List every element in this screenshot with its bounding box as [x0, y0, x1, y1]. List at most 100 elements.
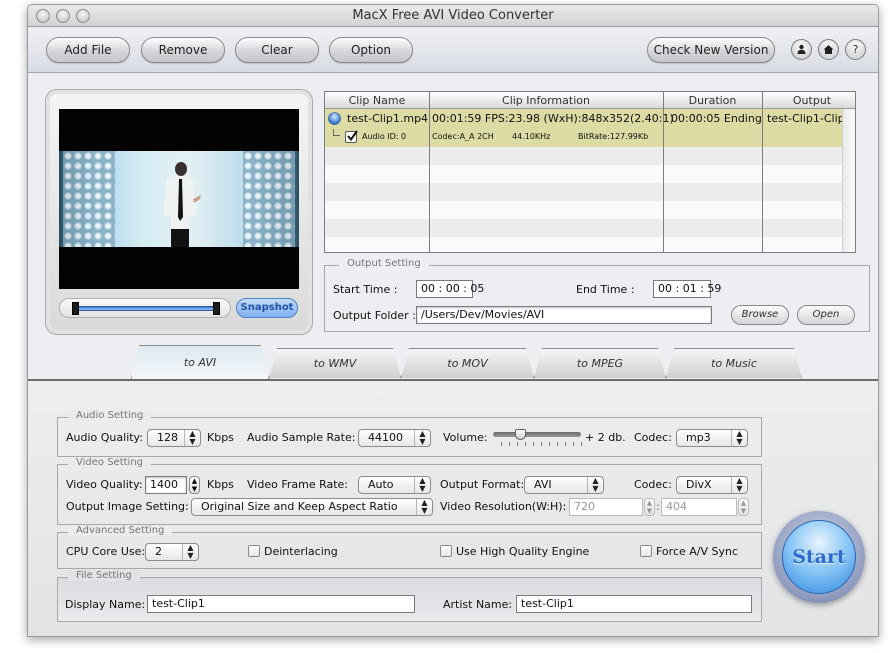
help-button[interactable]: ? — [845, 39, 866, 60]
display-name-label: Display Name: — [65, 598, 146, 611]
preview-panel: Snapshot — [45, 89, 313, 335]
output-setting-group: Output Setting Start Time : 00 : 00 : 05… — [324, 258, 870, 332]
artist-name-field[interactable]: test-Clip1 — [516, 595, 752, 613]
audio-sample-rate-select[interactable]: 44100 ▲ ▼ — [358, 429, 431, 447]
audio-quality-select[interactable]: 128 ▲ ▼ — [147, 429, 201, 447]
user-icon — [797, 44, 806, 54]
zoom-window-button[interactable] — [76, 9, 90, 23]
trim-range — [72, 306, 220, 311]
resolution-width-stepper[interactable]: ▲ ▼ — [644, 498, 655, 516]
output-folder-label: Output Folder : — [333, 309, 416, 322]
home-icon — [823, 45, 834, 54]
close-window-button[interactable] — [36, 9, 50, 23]
end-time-label: End Time : — [576, 283, 635, 296]
audio-bitrate: BitRate:127.99Kb — [578, 132, 649, 141]
force-av-sync-checkbox[interactable] — [640, 545, 652, 557]
start-time-label: Start Time : — [333, 283, 398, 296]
volume-slider[interactable] — [493, 429, 583, 447]
checkmark-icon — [347, 130, 358, 142]
resolution-height-stepper[interactable]: ▲ ▼ — [738, 498, 749, 516]
app-window: MacX Free AVI Video Converter Add File R… — [27, 4, 879, 637]
clear-button[interactable]: Clear — [235, 37, 319, 63]
clip-status-icon — [328, 112, 341, 125]
format-tabs: to AVI to WMV to MOV to MPEG to Music — [28, 345, 878, 379]
audio-sample-rate-label: Audio Sample Rate: — [247, 431, 356, 444]
table-row[interactable]: test-Clip1.mp4 00:01:59 FPS:23.98 (WxH):… — [325, 109, 843, 147]
audio-quality-label: Audio Quality: — [66, 431, 143, 444]
check-new-version-button[interactable]: Check New Version — [647, 37, 775, 63]
select-arrows-icon: ▲ ▼ — [416, 499, 432, 515]
video-quality-label: Video Quality: — [66, 478, 143, 491]
column-header-duration[interactable]: Duration — [663, 92, 762, 109]
select-arrows-icon: ▲ ▼ — [731, 430, 747, 446]
video-quality-unit: Kbps — [207, 478, 234, 491]
volume-label: Volume: — [443, 431, 488, 444]
advanced-setting-group: Advanced Setting CPU Core Use: 2 ▲ ▼ Deint… — [57, 525, 762, 569]
video-codec-select[interactable]: DivX ▲ ▼ — [676, 476, 748, 494]
add-file-button[interactable]: Add File — [46, 37, 130, 63]
column-header-clip-information[interactable]: Clip Information — [429, 92, 663, 109]
tab-to-avi[interactable]: to AVI — [131, 345, 269, 379]
end-time-field[interactable]: 00 : 01 : 59 — [653, 280, 721, 298]
title-bar: MacX Free AVI Video Converter — [28, 5, 878, 27]
output-image-setting-label: Output Image Setting: — [66, 500, 189, 513]
trim-start-handle[interactable] — [72, 302, 79, 315]
resolution-width-field[interactable]: 720 — [569, 498, 643, 516]
start-button-label: Start — [782, 520, 856, 594]
upper-panel: Snapshot test-Clip1.mp4 00:01:59 FPS:23.… — [28, 74, 878, 379]
high-quality-engine-label: Use High Quality Engine — [456, 545, 590, 558]
window-title: MacX Free AVI Video Converter — [352, 8, 554, 23]
column-header-clip-name[interactable]: Clip Name — [325, 92, 429, 109]
video-codec-label: Codec: — [634, 478, 672, 491]
resolution-separator: : — [656, 500, 660, 513]
audio-codec-label: Codec: — [634, 431, 672, 444]
user-button[interactable] — [791, 39, 812, 60]
tab-to-mov[interactable]: to MOV — [401, 348, 534, 378]
video-preview — [59, 109, 299, 289]
table-scrollbar[interactable] — [842, 109, 855, 252]
start-time-field[interactable]: 00 : 00 : 05 — [416, 280, 484, 298]
tab-to-wmv[interactable]: to WMV — [269, 348, 401, 378]
tab-to-mpeg[interactable]: to MPEG — [534, 348, 666, 378]
table-header: Clip Name Clip Information Duration Outp… — [325, 92, 855, 109]
audio-frequency: 44.10KHz — [512, 132, 551, 141]
volume-slider-knob[interactable] — [515, 429, 526, 440]
resolution-height-field[interactable]: 404 — [661, 498, 737, 516]
deinterlacing-checkbox[interactable] — [248, 545, 260, 557]
help-icon: ? — [852, 43, 859, 56]
output-format-label: Output Format: — [440, 478, 525, 491]
toolbar: Add File Remove Clear Option Check New V… — [28, 28, 878, 73]
video-resolution-label: Video Resolution(W:H): — [440, 500, 567, 513]
remove-button[interactable]: Remove — [141, 37, 225, 63]
start-button[interactable]: Start — [773, 511, 865, 603]
audio-id: Audio ID: 0 — [362, 132, 407, 141]
option-button[interactable]: Option — [329, 37, 413, 63]
video-quality-field[interactable]: 1400 — [145, 476, 187, 494]
audio-codec: Codec:A_A 2CH — [432, 132, 494, 141]
output-image-setting-select[interactable]: Original Size and Keep Aspect Ratio ▲ ▼ — [191, 498, 433, 516]
tab-to-music[interactable]: to Music — [666, 348, 802, 378]
audio-track-checkbox[interactable] — [345, 130, 358, 143]
video-frame-rate-select[interactable]: Auto ▲ ▼ — [358, 476, 431, 494]
minimize-window-button[interactable] — [56, 9, 70, 23]
browse-button[interactable]: Browse — [731, 305, 789, 325]
display-name-field[interactable]: test-Clip1 — [147, 595, 415, 613]
output-folder-field[interactable]: /Users/Dev/Movies/AVI — [416, 306, 712, 324]
audio-quality-unit: Kbps — [207, 431, 234, 444]
video-quality-stepper[interactable]: ▲ ▼ — [189, 476, 200, 494]
trim-slider[interactable] — [59, 298, 231, 318]
audio-setting-legend: Audio Setting — [68, 410, 152, 421]
select-arrows-icon: ▲ ▼ — [731, 477, 747, 493]
cpu-core-use-select[interactable]: 2 ▲ ▼ — [145, 543, 199, 561]
audio-codec-select[interactable]: mp3 ▲ ▼ — [676, 429, 748, 447]
trim-end-handle[interactable] — [213, 302, 220, 315]
open-button[interactable]: Open — [797, 305, 855, 325]
cpu-core-use-label: CPU Core Use: — [66, 545, 146, 558]
output-format-select[interactable]: AVI ▲ ▼ — [524, 476, 604, 494]
column-header-output[interactable]: Output — [762, 92, 855, 109]
snapshot-button[interactable]: Snapshot — [236, 298, 298, 318]
home-button[interactable] — [818, 39, 839, 60]
clip-output: test-Clip1-Clip1.a — [767, 112, 843, 125]
select-arrows-icon: ▲ ▼ — [587, 477, 603, 493]
high-quality-engine-checkbox[interactable] — [440, 545, 452, 557]
